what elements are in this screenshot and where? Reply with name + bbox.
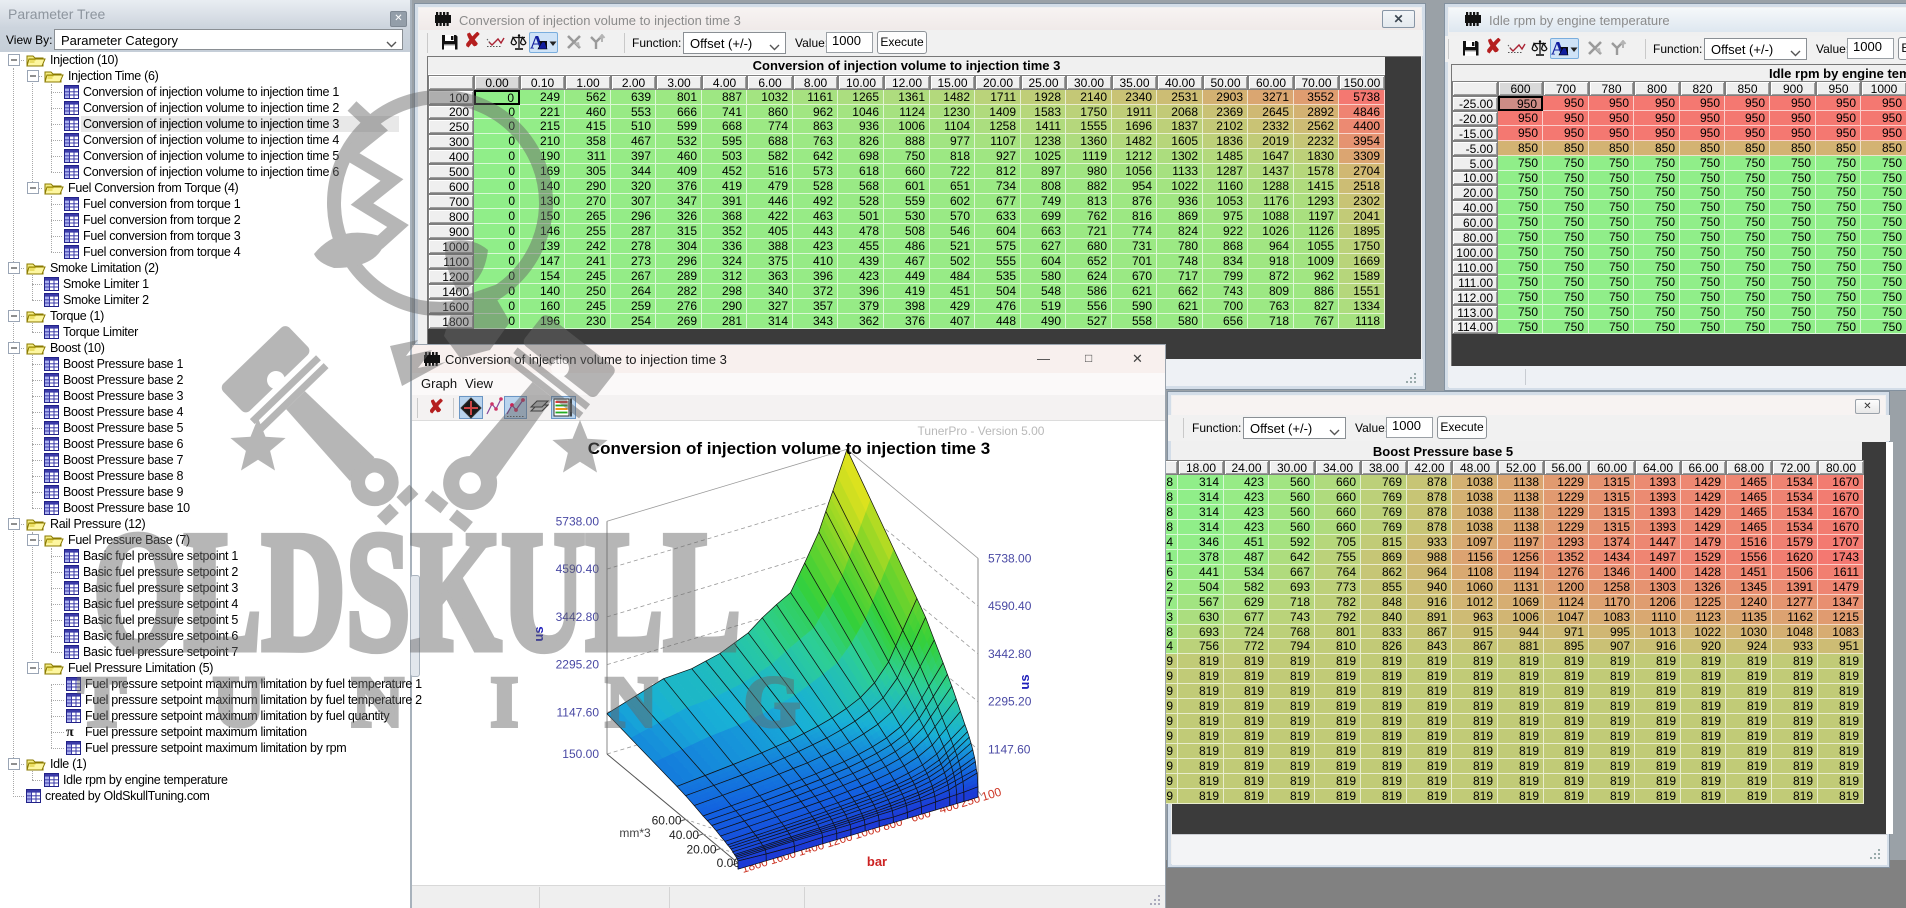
- svg-text:4590.40: 4590.40: [988, 599, 1032, 613]
- svg-text:40.00: 40.00: [669, 828, 699, 842]
- svg-text:2295.20: 2295.20: [988, 695, 1032, 709]
- svg-text:TunerPro - Version 5.00: TunerPro - Version 5.00: [918, 424, 1045, 438]
- svg-text:5738.00: 5738.00: [988, 551, 1032, 565]
- svg-text:4590.40: 4590.40: [556, 562, 600, 576]
- svg-text:Conversion of injection volume: Conversion of injection volume to inject…: [588, 439, 990, 458]
- svg-text:3442.80: 3442.80: [988, 647, 1032, 661]
- svg-text:2295.20: 2295.20: [556, 658, 600, 672]
- svg-text:us: us: [531, 626, 546, 641]
- svg-text:us: us: [1017, 674, 1032, 689]
- svg-text:1147.60: 1147.60: [557, 705, 600, 719]
- svg-text:20.00: 20.00: [687, 842, 717, 856]
- svg-text:60.00: 60.00: [652, 813, 682, 827]
- svg-text:mm*3: mm*3: [619, 826, 651, 840]
- svg-text:100: 100: [980, 785, 1004, 804]
- svg-text:1147.60: 1147.60: [988, 742, 1031, 756]
- svg-text:bar: bar: [867, 854, 887, 869]
- svg-text:5738.00: 5738.00: [556, 514, 600, 528]
- svg-text:150.00: 150.00: [562, 747, 599, 761]
- svg-text:3442.80: 3442.80: [556, 610, 600, 624]
